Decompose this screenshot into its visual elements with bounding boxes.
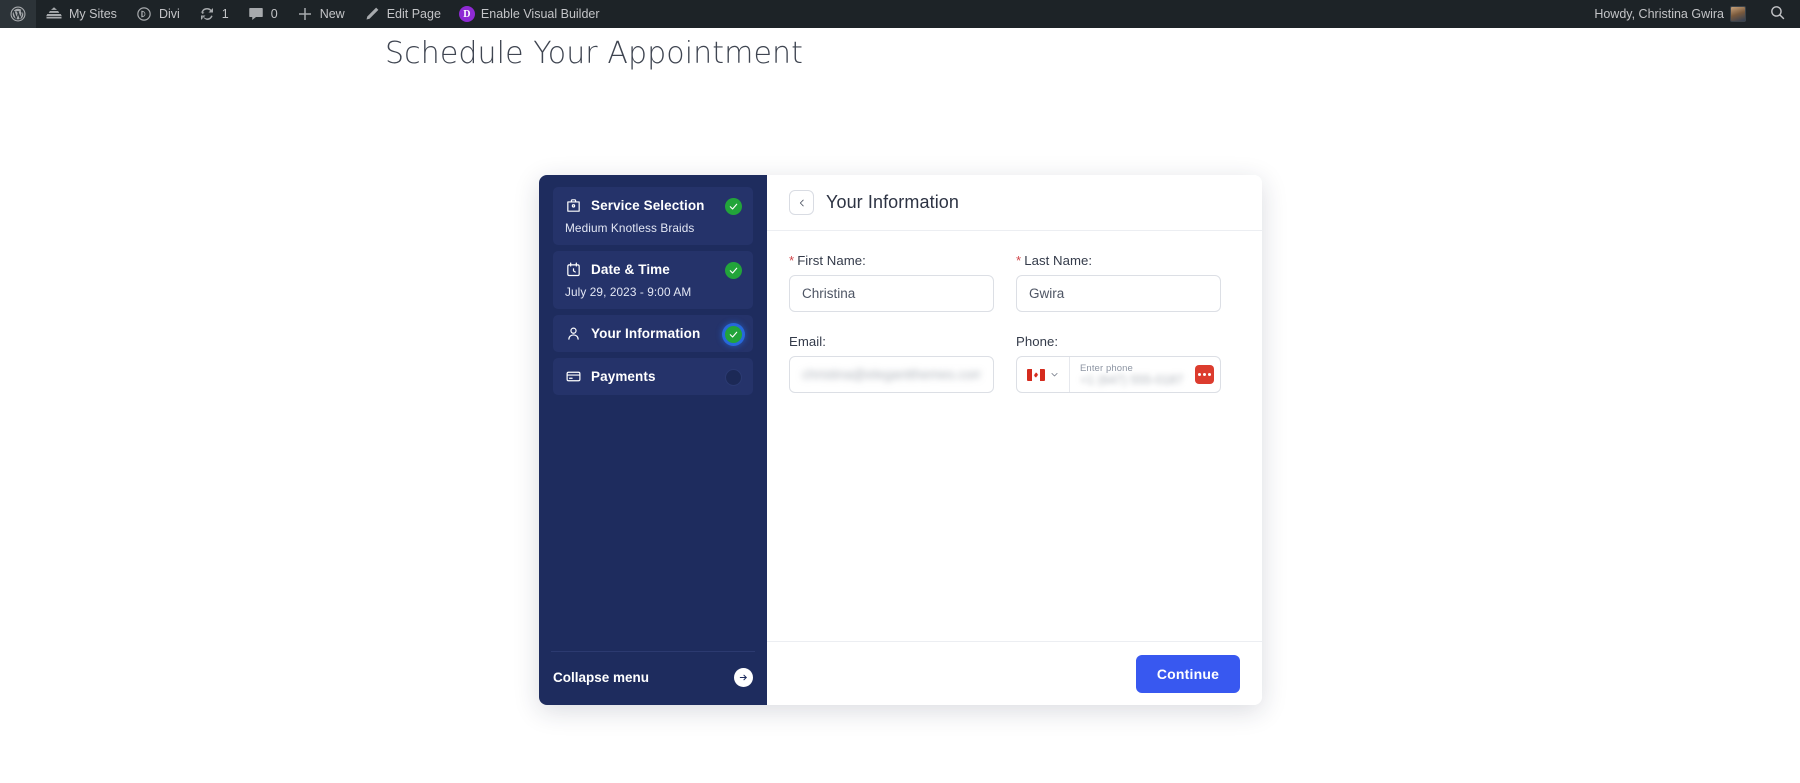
last-name-label: * Last Name: — [1016, 253, 1221, 268]
status-badge-done-active — [725, 326, 742, 343]
arrow-right-circle-icon — [734, 668, 753, 687]
wp-admin-bar: My Sites Divi 1 0 New Edit Page D Enable… — [0, 0, 1800, 28]
first-name-label: * First Name: — [789, 253, 994, 268]
calendar-clock-icon — [565, 261, 582, 278]
credit-card-icon — [565, 368, 582, 385]
sidebar-item-sublabel: Medium Knotless Braids — [565, 221, 695, 235]
first-name-field-group: * First Name: — [789, 253, 994, 312]
sidebar-item-sublabel: July 29, 2023 - 9:00 AM — [565, 285, 692, 299]
step-head: Payments — [565, 368, 741, 385]
sidebar-item-date-time[interactable]: Date & Time July 29, 2023 - 9:00 AM — [553, 251, 753, 309]
country-code-select[interactable] — [1017, 357, 1070, 392]
admin-bar-my-sites-label: My Sites — [69, 7, 117, 21]
phone-input-group: Enter phone +1 (647) 555-0187 — [1016, 356, 1221, 393]
name-field-row: *First Name: *Last Name: — [789, 253, 1240, 312]
divi-logo-icon — [135, 5, 153, 23]
admin-bar-wordpress-logo[interactable] — [0, 0, 36, 28]
collapse-menu-button[interactable]: Collapse menu — [551, 651, 755, 705]
phone-field-group: Phone: Enter phone +1 (647) 555-0187 — [1016, 334, 1221, 393]
panel-header: Your Information — [767, 175, 1262, 231]
continue-button[interactable]: Continue — [1136, 654, 1240, 693]
sidebar-item-your-information[interactable]: Your Information — [553, 315, 753, 352]
admin-bar-enable-visual-builder[interactable]: D Enable Visual Builder — [450, 0, 609, 28]
email-field-group: Email: christina@elegantthemes.com — [789, 334, 994, 393]
step-head: Date & Time — [565, 261, 741, 278]
panel-body: *First Name: *Last Name: Email: christin… — [767, 231, 1262, 641]
admin-bar-greeting: Howdy, Christina Gwira — [1594, 7, 1724, 21]
avatar — [1730, 6, 1746, 22]
sidebar-item-service-selection[interactable]: Service Selection Medium Knotless Braids — [553, 187, 753, 245]
phone-number-input[interactable]: Enter phone +1 (647) 555-0187 — [1070, 357, 1195, 392]
chevron-left-icon — [799, 199, 804, 206]
admin-bar-my-sites[interactable]: My Sites — [36, 0, 126, 28]
collapse-menu-label: Collapse menu — [553, 670, 650, 685]
admin-bar-edit-page[interactable]: Edit Page — [354, 0, 450, 28]
network-sites-icon — [45, 5, 63, 23]
search-icon — [1769, 4, 1786, 24]
flag-canada-icon — [1027, 368, 1045, 381]
first-name-label-text: First Name: — [797, 253, 866, 268]
admin-bar-visual-builder-label: Enable Visual Builder — [480, 7, 600, 21]
updates-icon — [198, 5, 216, 23]
panel-title: Your Information — [826, 192, 960, 212]
wordpress-logo-icon — [9, 5, 27, 23]
status-badge-pending — [725, 369, 742, 386]
back-button[interactable] — [789, 190, 814, 215]
phone-label: Phone: — [1016, 334, 1059, 349]
status-badge-done — [725, 262, 742, 279]
admin-bar-comments-count: 0 — [270, 7, 278, 21]
contact-field-row: Email: christina@elegantthemes.com Phone… — [789, 334, 1240, 393]
phone-value-redacted: +1 (647) 555-0187 — [1080, 372, 1184, 387]
panel-footer: Continue — [767, 641, 1262, 705]
last-name-input[interactable] — [1016, 275, 1221, 312]
person-icon — [565, 325, 582, 342]
email-label: Email: — [789, 334, 826, 349]
admin-bar-updates[interactable]: 1 — [189, 0, 238, 28]
last-name-field-group: * Last Name: — [1016, 253, 1221, 312]
admin-bar-new-label: New — [319, 7, 345, 21]
booking-steps-sidebar: Service Selection Medium Knotless Braids… — [539, 175, 767, 705]
booking-main-panel: Your Information *First Name: *Last Name… — [767, 175, 1262, 705]
admin-bar-edit-page-label: Edit Page — [386, 7, 441, 21]
sidebar-item-label: Your Information — [591, 326, 701, 341]
plus-icon — [296, 5, 314, 23]
first-name-input[interactable] — [789, 275, 994, 312]
comments-icon — [247, 5, 265, 23]
divi-badge-icon: D — [458, 6, 475, 22]
sidebar-item-label: Service Selection — [591, 198, 705, 213]
email-input[interactable]: christina@elegantthemes.com — [789, 356, 994, 393]
admin-bar-divi[interactable]: Divi — [126, 0, 189, 28]
sidebar-item-payments[interactable]: Payments — [553, 358, 753, 395]
sidebar-item-label: Payments — [591, 369, 656, 384]
chevron-down-icon — [1050, 370, 1059, 379]
admin-bar-comments[interactable]: 0 — [238, 0, 287, 28]
required-marker: * — [789, 253, 795, 268]
phone-float-label: Enter phone — [1080, 362, 1133, 374]
admin-bar-updates-count: 1 — [221, 7, 229, 21]
step-head: Service Selection — [565, 197, 741, 214]
pencil-icon — [363, 5, 381, 23]
admin-bar-account[interactable]: Howdy, Christina Gwira — [1585, 0, 1755, 28]
page-title: Schedule Your Appointment — [385, 36, 804, 71]
email-value-redacted: christina@elegantthemes.com — [802, 367, 981, 382]
step-head: Your Information — [565, 325, 741, 342]
autofill-dots-icon[interactable] — [1195, 365, 1214, 384]
admin-bar-divi-label: Divi — [158, 7, 180, 21]
admin-bar-new[interactable]: New — [287, 0, 354, 28]
admin-bar-search-button[interactable] — [1755, 0, 1800, 28]
service-bag-icon — [565, 197, 582, 214]
sidebar-item-label: Date & Time — [591, 262, 670, 277]
status-badge-done — [725, 198, 742, 215]
required-marker: * — [1016, 253, 1022, 268]
booking-widget: Service Selection Medium Knotless Braids… — [539, 175, 1262, 705]
last-name-label-text: Last Name: — [1024, 253, 1093, 268]
